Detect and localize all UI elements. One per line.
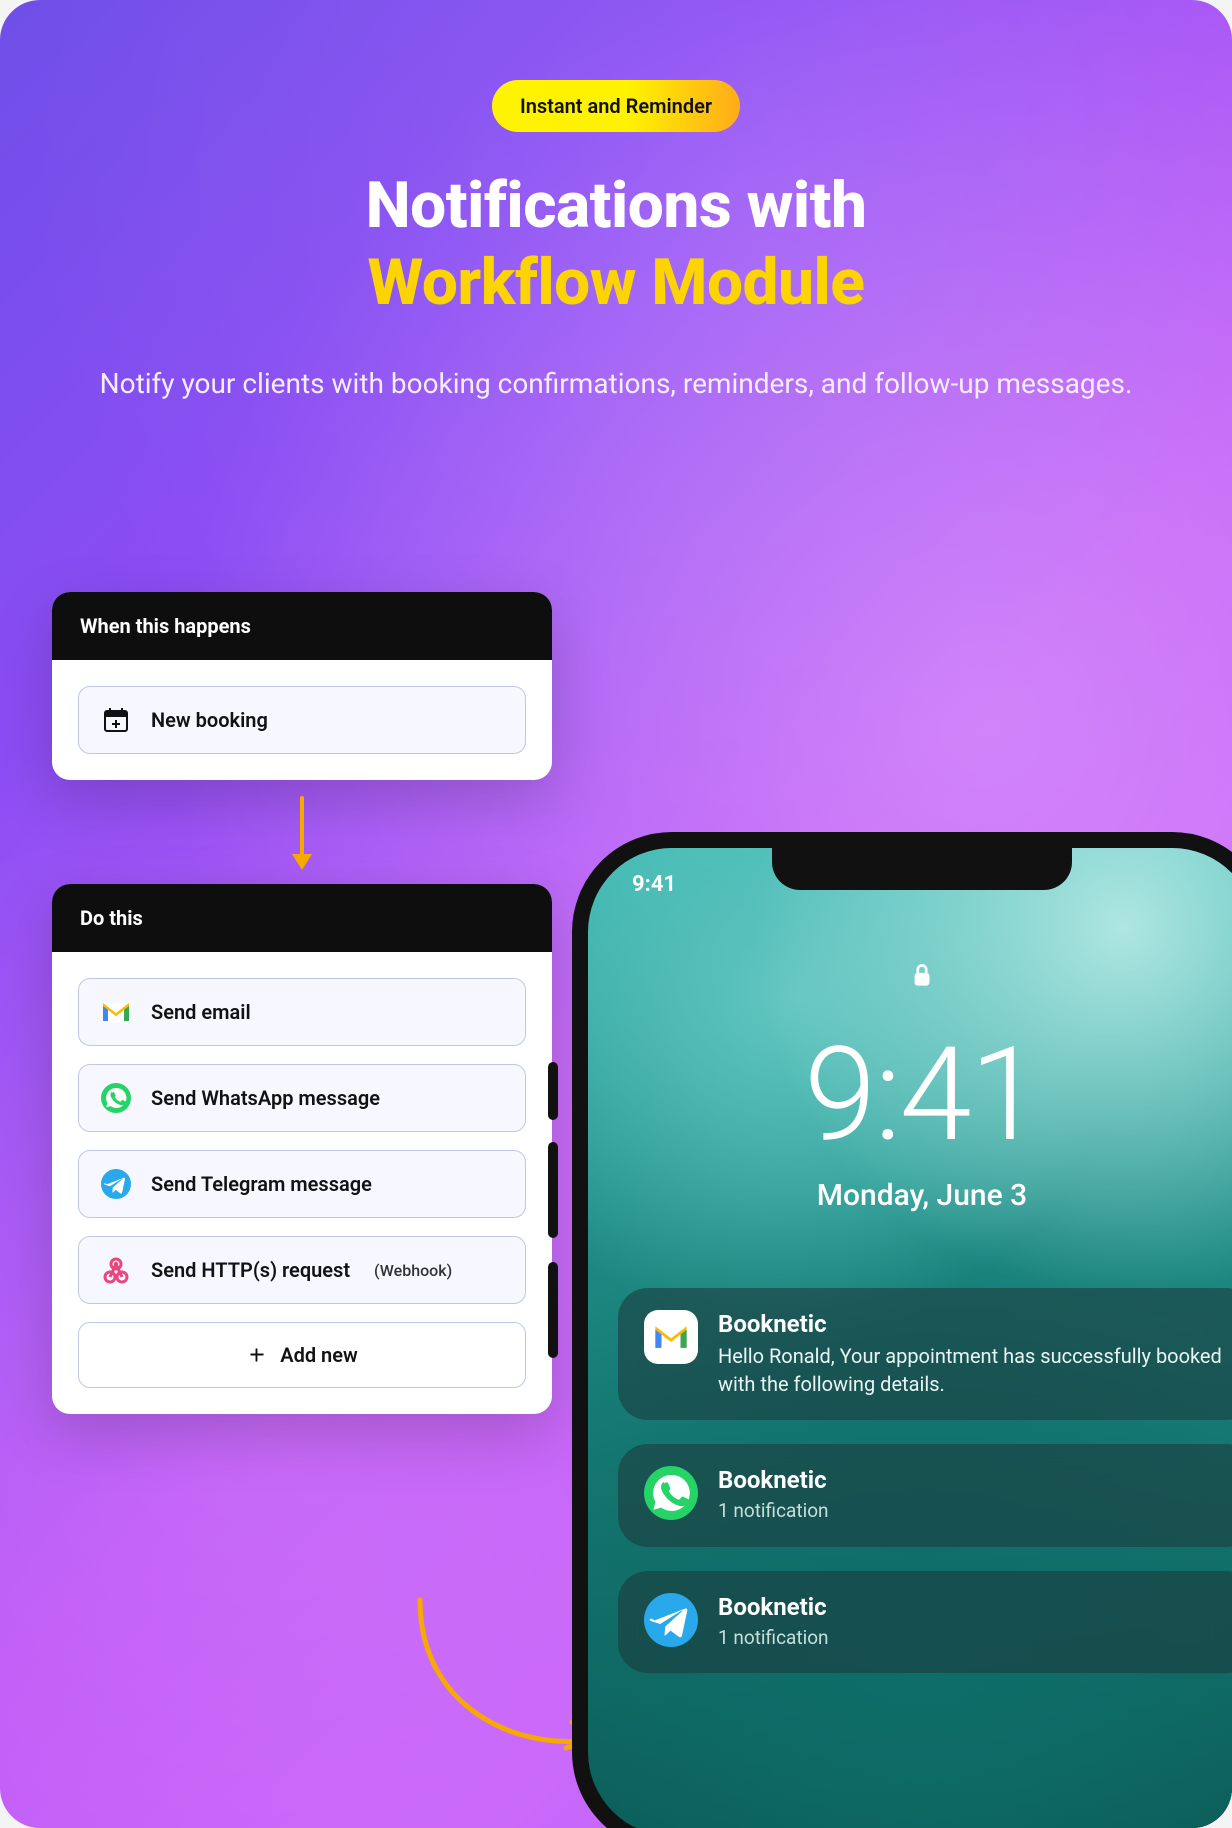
action-slot-webhook[interactable]: Send HTTP(s) request (Webhook) (78, 1236, 526, 1304)
hero-pill: Instant and Reminder (492, 80, 740, 132)
action-slot-whatsapp[interactable]: Send WhatsApp message (78, 1064, 526, 1132)
telegram-icon (644, 1593, 698, 1647)
phone-lockscreen: 9:41 9:41 Monday, June 3 Booknetic Hello… (588, 848, 1232, 1828)
trigger-label: New booking (151, 708, 268, 732)
notification-body: 1 notification (718, 1498, 829, 1525)
action-label: Send Telegram message (151, 1172, 372, 1196)
gmail-icon (644, 1310, 698, 1364)
lockscreen-time: 9:41 (588, 1018, 1232, 1171)
phone-notch (772, 848, 1072, 890)
whatsapp-icon (101, 1083, 131, 1113)
notification-item[interactable]: Booknetic 1 notification (618, 1444, 1232, 1547)
notification-title: Booknetic (718, 1466, 829, 1494)
hero-title-line1: Notifications with (366, 168, 867, 243)
notification-title: Booknetic (718, 1593, 829, 1621)
hero-title-line2: Workflow Module (367, 245, 864, 320)
phone-side-button (548, 1062, 558, 1120)
action-label: Send WhatsApp message (151, 1086, 380, 1110)
phone-mockup: 9:41 9:41 Monday, June 3 Booknetic Hello… (572, 832, 1232, 1828)
workflow-column: When this happens New booking Do this Se… (52, 592, 552, 1414)
lockscreen-date: Monday, June 3 (588, 1178, 1232, 1213)
do-card: Do this Send email Send WhatsApp message… (52, 884, 552, 1414)
notification-item[interactable]: Booknetic 1 notification (618, 1571, 1232, 1674)
when-card: When this happens New booking (52, 592, 552, 780)
hero-title: Notifications with Workflow Module (60, 168, 1172, 322)
action-label: Send email (151, 1000, 251, 1024)
notification-stack: Booknetic Hello Ronald, Your appointment… (618, 1288, 1232, 1673)
action-slot-email[interactable]: Send email (78, 978, 526, 1046)
hero-subtitle: Notify your clients with booking confirm… (60, 362, 1172, 405)
when-card-header: When this happens (52, 592, 552, 660)
action-label: Send HTTP(s) request (151, 1258, 350, 1282)
webhook-icon (101, 1255, 131, 1285)
trigger-slot[interactable]: New booking (78, 686, 526, 754)
notification-item[interactable]: Booknetic Hello Ronald, Your appointment… (618, 1288, 1232, 1420)
notification-body: Hello Ronald, Your appointment has succe… (718, 1342, 1230, 1398)
gmail-icon (101, 997, 131, 1027)
do-card-header: Do this (52, 884, 552, 952)
promo-stage: Instant and Reminder Notifications with … (0, 0, 1232, 1828)
arrow-connector (52, 780, 552, 884)
phone-side-button (548, 1262, 558, 1358)
plus-icon (246, 1344, 268, 1366)
status-bar-time: 9:41 (632, 872, 676, 897)
hero: Instant and Reminder Notifications with … (0, 80, 1232, 405)
action-slot-telegram[interactable]: Send Telegram message (78, 1150, 526, 1218)
lock-icon (588, 958, 1232, 992)
action-note: (Webhook) (374, 1261, 452, 1280)
whatsapp-icon (644, 1466, 698, 1520)
telegram-icon (101, 1169, 131, 1199)
add-new-button[interactable]: Add new (78, 1322, 526, 1388)
calendar-add-icon (101, 705, 131, 735)
notification-body: 1 notification (718, 1625, 829, 1652)
notification-title: Booknetic (718, 1310, 1230, 1338)
arrow-down-icon (299, 796, 305, 866)
phone-side-button (548, 1142, 558, 1238)
add-new-label: Add new (280, 1343, 358, 1367)
